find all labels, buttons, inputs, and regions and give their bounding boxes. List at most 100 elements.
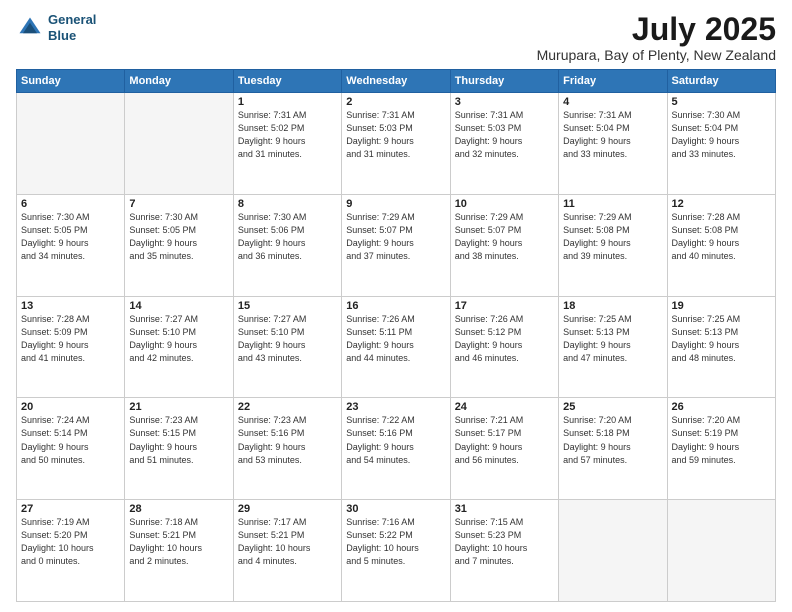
day-number: 21 xyxy=(129,401,228,413)
day-info: Sunrise: 7:20 AM Sunset: 5:19 PM Dayligh… xyxy=(672,414,771,466)
day-info: Sunrise: 7:17 AM Sunset: 5:21 PM Dayligh… xyxy=(238,516,337,568)
day-number: 28 xyxy=(129,503,228,515)
day-number: 16 xyxy=(346,300,445,312)
logo-icon xyxy=(16,14,44,42)
day-info: Sunrise: 7:28 AM Sunset: 5:09 PM Dayligh… xyxy=(21,313,120,365)
calendar-day-header: Thursday xyxy=(450,70,558,93)
calendar-day-header: Wednesday xyxy=(342,70,450,93)
day-info: Sunrise: 7:25 AM Sunset: 5:13 PM Dayligh… xyxy=(672,313,771,365)
calendar-cell: 28Sunrise: 7:18 AM Sunset: 5:21 PM Dayli… xyxy=(125,500,233,602)
day-number: 29 xyxy=(238,503,337,515)
day-number: 17 xyxy=(455,300,554,312)
calendar-week-row: 13Sunrise: 7:28 AM Sunset: 5:09 PM Dayli… xyxy=(17,296,776,398)
calendar-cell: 2Sunrise: 7:31 AM Sunset: 5:03 PM Daylig… xyxy=(342,93,450,195)
day-number: 27 xyxy=(21,503,120,515)
calendar-week-row: 27Sunrise: 7:19 AM Sunset: 5:20 PM Dayli… xyxy=(17,500,776,602)
day-info: Sunrise: 7:21 AM Sunset: 5:17 PM Dayligh… xyxy=(455,414,554,466)
day-info: Sunrise: 7:26 AM Sunset: 5:12 PM Dayligh… xyxy=(455,313,554,365)
day-number: 19 xyxy=(672,300,771,312)
page: General Blue July 2025 Murupara, Bay of … xyxy=(0,0,792,612)
calendar-cell: 20Sunrise: 7:24 AM Sunset: 5:14 PM Dayli… xyxy=(17,398,125,500)
day-info: Sunrise: 7:23 AM Sunset: 5:16 PM Dayligh… xyxy=(238,414,337,466)
day-number: 2 xyxy=(346,96,445,108)
day-number: 15 xyxy=(238,300,337,312)
day-info: Sunrise: 7:18 AM Sunset: 5:21 PM Dayligh… xyxy=(129,516,228,568)
calendar-cell: 5Sunrise: 7:30 AM Sunset: 5:04 PM Daylig… xyxy=(667,93,775,195)
calendar-day-header: Sunday xyxy=(17,70,125,93)
day-info: Sunrise: 7:27 AM Sunset: 5:10 PM Dayligh… xyxy=(238,313,337,365)
calendar-header-row: SundayMondayTuesdayWednesdayThursdayFrid… xyxy=(17,70,776,93)
calendar-cell: 15Sunrise: 7:27 AM Sunset: 5:10 PM Dayli… xyxy=(233,296,341,398)
calendar-day-header: Tuesday xyxy=(233,70,341,93)
logo-text: General Blue xyxy=(48,12,96,43)
day-number: 3 xyxy=(455,96,554,108)
calendar-cell: 11Sunrise: 7:29 AM Sunset: 5:08 PM Dayli… xyxy=(559,194,667,296)
day-info: Sunrise: 7:29 AM Sunset: 5:07 PM Dayligh… xyxy=(455,211,554,263)
calendar-table: SundayMondayTuesdayWednesdayThursdayFrid… xyxy=(16,69,776,602)
day-number: 11 xyxy=(563,198,662,210)
calendar-week-row: 20Sunrise: 7:24 AM Sunset: 5:14 PM Dayli… xyxy=(17,398,776,500)
calendar-cell: 27Sunrise: 7:19 AM Sunset: 5:20 PM Dayli… xyxy=(17,500,125,602)
day-info: Sunrise: 7:29 AM Sunset: 5:08 PM Dayligh… xyxy=(563,211,662,263)
calendar-cell: 16Sunrise: 7:26 AM Sunset: 5:11 PM Dayli… xyxy=(342,296,450,398)
header: General Blue July 2025 Murupara, Bay of … xyxy=(16,12,776,63)
day-number: 30 xyxy=(346,503,445,515)
day-number: 14 xyxy=(129,300,228,312)
calendar-cell: 13Sunrise: 7:28 AM Sunset: 5:09 PM Dayli… xyxy=(17,296,125,398)
calendar-cell: 17Sunrise: 7:26 AM Sunset: 5:12 PM Dayli… xyxy=(450,296,558,398)
day-number: 5 xyxy=(672,96,771,108)
calendar-cell: 30Sunrise: 7:16 AM Sunset: 5:22 PM Dayli… xyxy=(342,500,450,602)
calendar-cell: 22Sunrise: 7:23 AM Sunset: 5:16 PM Dayli… xyxy=(233,398,341,500)
day-info: Sunrise: 7:29 AM Sunset: 5:07 PM Dayligh… xyxy=(346,211,445,263)
calendar-cell: 1Sunrise: 7:31 AM Sunset: 5:02 PM Daylig… xyxy=(233,93,341,195)
calendar-day-header: Friday xyxy=(559,70,667,93)
day-info: Sunrise: 7:16 AM Sunset: 5:22 PM Dayligh… xyxy=(346,516,445,568)
day-number: 10 xyxy=(455,198,554,210)
calendar-cell: 3Sunrise: 7:31 AM Sunset: 5:03 PM Daylig… xyxy=(450,93,558,195)
calendar-cell: 10Sunrise: 7:29 AM Sunset: 5:07 PM Dayli… xyxy=(450,194,558,296)
subtitle: Murupara, Bay of Plenty, New Zealand xyxy=(537,47,776,63)
day-info: Sunrise: 7:26 AM Sunset: 5:11 PM Dayligh… xyxy=(346,313,445,365)
main-title: July 2025 xyxy=(537,12,776,47)
day-info: Sunrise: 7:31 AM Sunset: 5:02 PM Dayligh… xyxy=(238,109,337,161)
day-number: 6 xyxy=(21,198,120,210)
day-info: Sunrise: 7:30 AM Sunset: 5:04 PM Dayligh… xyxy=(672,109,771,161)
day-number: 24 xyxy=(455,401,554,413)
day-info: Sunrise: 7:31 AM Sunset: 5:04 PM Dayligh… xyxy=(563,109,662,161)
day-info: Sunrise: 7:30 AM Sunset: 5:06 PM Dayligh… xyxy=(238,211,337,263)
calendar-cell: 29Sunrise: 7:17 AM Sunset: 5:21 PM Dayli… xyxy=(233,500,341,602)
calendar-cell xyxy=(559,500,667,602)
day-info: Sunrise: 7:30 AM Sunset: 5:05 PM Dayligh… xyxy=(21,211,120,263)
day-info: Sunrise: 7:24 AM Sunset: 5:14 PM Dayligh… xyxy=(21,414,120,466)
day-number: 4 xyxy=(563,96,662,108)
logo: General Blue xyxy=(16,12,96,43)
calendar-cell: 4Sunrise: 7:31 AM Sunset: 5:04 PM Daylig… xyxy=(559,93,667,195)
day-number: 8 xyxy=(238,198,337,210)
title-area: July 2025 Murupara, Bay of Plenty, New Z… xyxy=(537,12,776,63)
calendar-cell: 23Sunrise: 7:22 AM Sunset: 5:16 PM Dayli… xyxy=(342,398,450,500)
calendar-week-row: 6Sunrise: 7:30 AM Sunset: 5:05 PM Daylig… xyxy=(17,194,776,296)
calendar-week-row: 1Sunrise: 7:31 AM Sunset: 5:02 PM Daylig… xyxy=(17,93,776,195)
calendar-cell: 9Sunrise: 7:29 AM Sunset: 5:07 PM Daylig… xyxy=(342,194,450,296)
day-number: 1 xyxy=(238,96,337,108)
day-info: Sunrise: 7:30 AM Sunset: 5:05 PM Dayligh… xyxy=(129,211,228,263)
calendar-cell xyxy=(667,500,775,602)
calendar-cell xyxy=(17,93,125,195)
calendar-day-header: Monday xyxy=(125,70,233,93)
day-info: Sunrise: 7:27 AM Sunset: 5:10 PM Dayligh… xyxy=(129,313,228,365)
calendar-cell: 26Sunrise: 7:20 AM Sunset: 5:19 PM Dayli… xyxy=(667,398,775,500)
calendar-cell: 31Sunrise: 7:15 AM Sunset: 5:23 PM Dayli… xyxy=(450,500,558,602)
day-number: 22 xyxy=(238,401,337,413)
day-number: 23 xyxy=(346,401,445,413)
calendar-cell: 18Sunrise: 7:25 AM Sunset: 5:13 PM Dayli… xyxy=(559,296,667,398)
calendar-cell: 6Sunrise: 7:30 AM Sunset: 5:05 PM Daylig… xyxy=(17,194,125,296)
day-number: 25 xyxy=(563,401,662,413)
day-info: Sunrise: 7:25 AM Sunset: 5:13 PM Dayligh… xyxy=(563,313,662,365)
calendar-day-header: Saturday xyxy=(667,70,775,93)
day-info: Sunrise: 7:31 AM Sunset: 5:03 PM Dayligh… xyxy=(455,109,554,161)
calendar-cell: 21Sunrise: 7:23 AM Sunset: 5:15 PM Dayli… xyxy=(125,398,233,500)
day-number: 9 xyxy=(346,198,445,210)
calendar-cell: 12Sunrise: 7:28 AM Sunset: 5:08 PM Dayli… xyxy=(667,194,775,296)
day-number: 18 xyxy=(563,300,662,312)
calendar-cell: 7Sunrise: 7:30 AM Sunset: 5:05 PM Daylig… xyxy=(125,194,233,296)
